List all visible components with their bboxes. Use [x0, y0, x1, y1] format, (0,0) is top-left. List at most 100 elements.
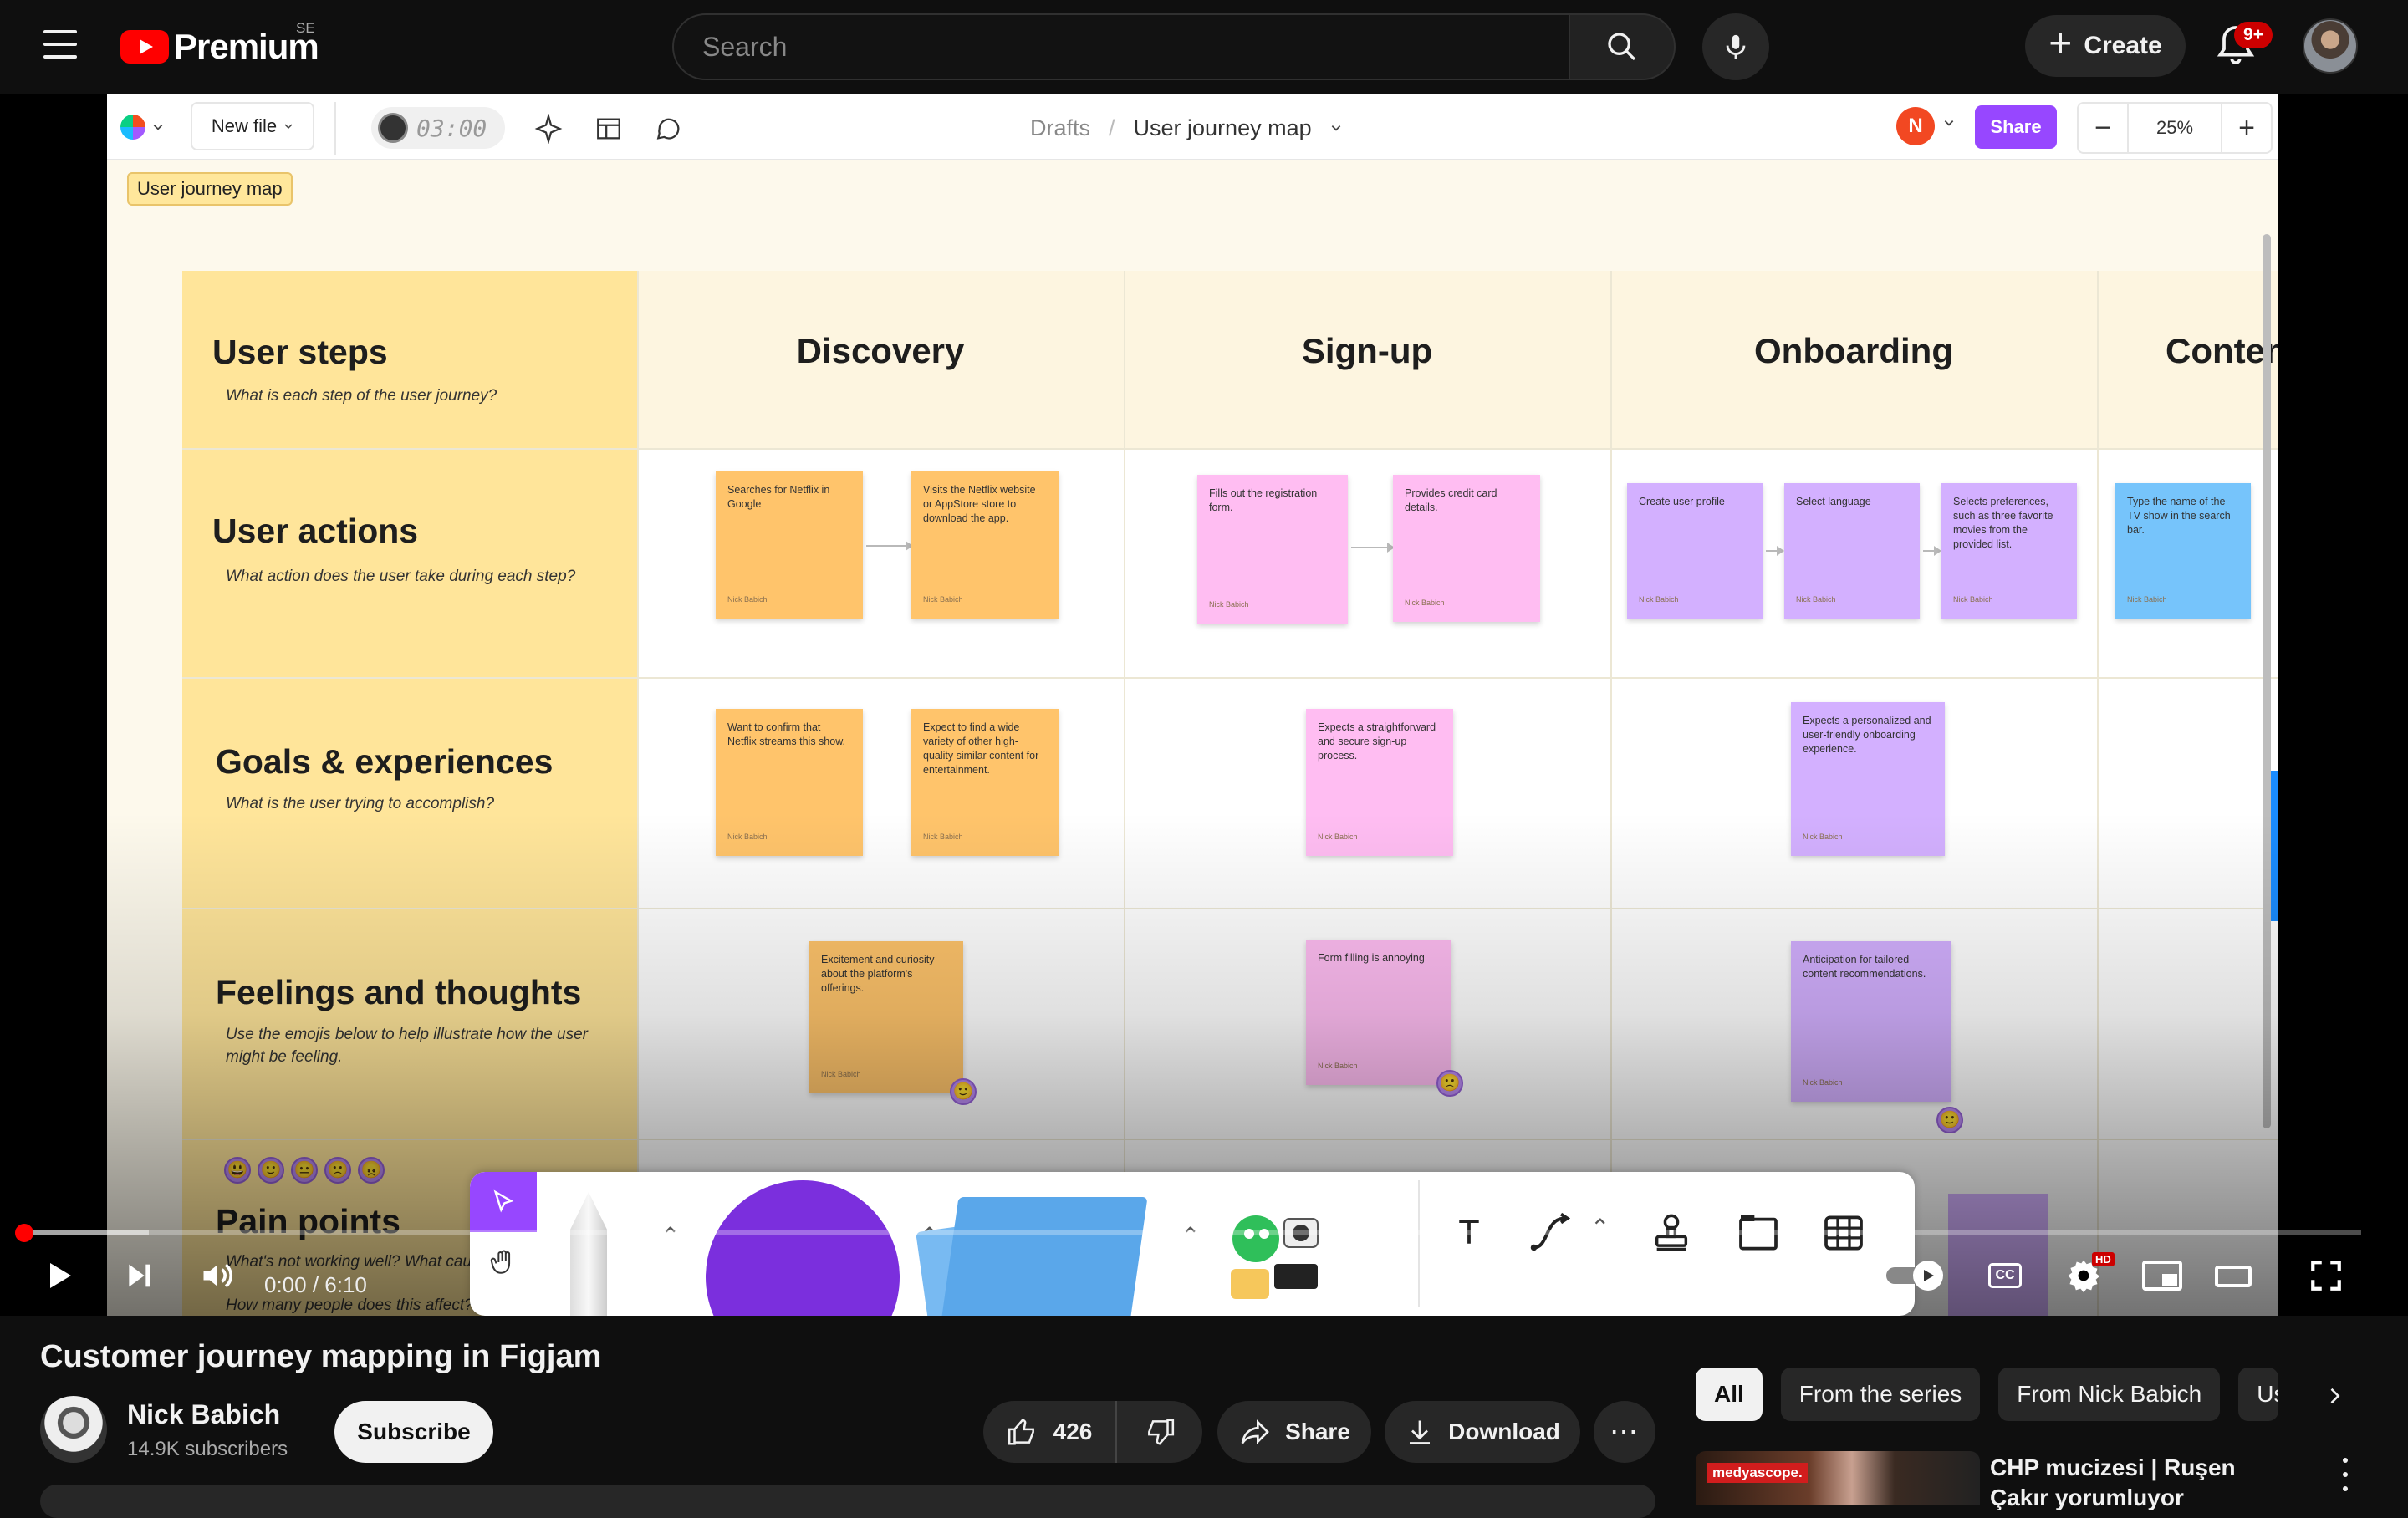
- search-button[interactable]: [1569, 13, 1676, 80]
- region-code: SE: [296, 20, 315, 36]
- sticky-text: Expect to find a wide variety of other h…: [923, 721, 1039, 776]
- connector-arrow: [1351, 543, 1395, 553]
- download-button[interactable]: Download: [1385, 1401, 1580, 1463]
- subscribe-button[interactable]: Subscribe: [334, 1401, 493, 1463]
- mute-button[interactable]: [194, 1254, 241, 1297]
- row-title-user-steps: User steps: [212, 333, 388, 371]
- canvas-scrollbar: [2263, 234, 2271, 1128]
- time-display: 0:00 / 6:10: [264, 1272, 367, 1297]
- miniplayer-button[interactable]: [2139, 1256, 2186, 1296]
- share-button[interactable]: Share: [1217, 1401, 1371, 1463]
- youtube-premium-logo[interactable]: Premium SE: [120, 20, 319, 69]
- sad-emoji-icon: 🙁: [1436, 1070, 1463, 1097]
- search-icon: [1608, 33, 1636, 61]
- create-label: Create: [2084, 32, 2162, 59]
- chevron-up-icon: ⌃: [661, 1223, 681, 1249]
- autoplay-toggle[interactable]: [1883, 1256, 1950, 1296]
- breadcrumb-separator: /: [1109, 115, 1115, 140]
- sticky-note: Provides credit card details. Nick Babich: [1393, 475, 1540, 622]
- chevron-down-icon: [284, 124, 293, 130]
- row-divider: [182, 677, 2278, 679]
- zoom-level: 25%: [2127, 102, 2222, 154]
- row-divider: [182, 908, 2278, 909]
- cc-icon: CC: [1988, 1263, 2022, 1288]
- next-video-button[interactable]: [117, 1254, 161, 1297]
- sticky-text: Expects a personalized and user-friendly…: [1803, 715, 1931, 755]
- sticky-author: Nick Babich: [1318, 833, 1358, 841]
- new-file-button: New file: [191, 102, 314, 150]
- hd-badge: HD: [2092, 1252, 2115, 1266]
- video-title: Customer journey mapping in Figjam: [40, 1339, 602, 1374]
- journey-map-board: User steps What is each step of the user…: [182, 271, 2278, 1316]
- sticky-note-partial: [1948, 1194, 2048, 1316]
- breadcrumb: Drafts / User journey map: [1030, 107, 1342, 149]
- row-title-feelings: Feelings and thoughts: [216, 973, 582, 1011]
- progress-bar[interactable]: [23, 1230, 2361, 1235]
- sticky-text: Anticipation for tailored content recomm…: [1803, 954, 1926, 980]
- chip-from-series[interactable]: From the series: [1780, 1368, 1981, 1421]
- collaborator-avatar: N: [1896, 107, 1935, 145]
- video-player[interactable]: New file 03:00 Drafts / User journey map: [0, 94, 2408, 1316]
- sticky-author: Nick Babich: [821, 1070, 861, 1078]
- description-box[interactable]: [40, 1485, 1656, 1518]
- timer-widget: 03:00: [371, 107, 505, 149]
- channel-name[interactable]: Nick Babich: [127, 1399, 280, 1430]
- sticky-text: Searches for Netflix in Google: [727, 484, 830, 510]
- channel-avatar[interactable]: [40, 1396, 107, 1463]
- very-happy-emoji-icon: 😃: [224, 1157, 251, 1184]
- search-input[interactable]: [674, 15, 1569, 79]
- zoom-in-button: +: [2238, 111, 2255, 144]
- figjam-tool-tray: ⌃ ⌃ ⌃ T ⌃: [470, 1172, 1915, 1316]
- sticky-note: Anticipation for tailored content recomm…: [1791, 941, 1951, 1102]
- chip-from-channel[interactable]: From Nick Babich: [1998, 1368, 2221, 1421]
- subtitles-button[interactable]: CC: [1982, 1257, 2028, 1294]
- theater-mode-button[interactable]: [2209, 1254, 2258, 1297]
- chips-scroll-right-button[interactable]: [2314, 1376, 2354, 1416]
- sticky-note: Form filling is annoying Nick Babich: [1306, 940, 1451, 1085]
- more-actions-button[interactable]: ⋯: [1594, 1401, 1656, 1463]
- menu-icon[interactable]: [43, 30, 77, 59]
- chevron-down-icon: [153, 125, 163, 130]
- like-dislike-group: 426: [983, 1401, 1202, 1463]
- sticky-note: Searches for Netflix in Google Nick Babic…: [716, 471, 863, 619]
- play-button[interactable]: [37, 1254, 80, 1297]
- progress-scrubber[interactable]: [15, 1224, 33, 1242]
- skip-next-icon: [129, 1264, 150, 1287]
- voice-search-button[interactable]: [1702, 13, 1769, 80]
- volume-icon: [203, 1263, 232, 1288]
- chip-more[interactable]: Us: [2238, 1368, 2279, 1421]
- recommended-video-title[interactable]: CHP mucizesi | Ruşen Çakır yorumluyor: [1990, 1453, 2291, 1513]
- sticky-text: Want to confirm that Netflix streams thi…: [727, 721, 846, 747]
- column-divider: [2097, 271, 2099, 1316]
- row-subtitle-user-actions: What action does the user take during ea…: [226, 568, 576, 585]
- sticky-author: Nick Babich: [923, 595, 963, 604]
- sad-emoji-icon: 🙁: [324, 1157, 351, 1184]
- thumbs-down-icon: [1148, 1419, 1175, 1445]
- share-icon: [1241, 1419, 1269, 1444]
- sticky-note: Expects a personalized and user-friendly…: [1791, 702, 1945, 856]
- dislike-button[interactable]: [1117, 1401, 1202, 1463]
- recommended-video-thumbnail[interactable]: medyascope.: [1696, 1451, 1980, 1505]
- sticky-note: Select language Nick Babich: [1784, 483, 1920, 619]
- column-divider: [1610, 271, 1612, 1316]
- stickers-tool-icon: [1231, 1215, 1319, 1299]
- selection-edge: [2271, 771, 2278, 921]
- kebab-menu-icon[interactable]: [2333, 1458, 2358, 1491]
- youtube-masthead: Premium SE + Create 9+: [0, 0, 2408, 94]
- account-avatar[interactable]: [2303, 18, 2358, 74]
- like-button[interactable]: 426: [983, 1401, 1117, 1463]
- figjam-logo-icon: [120, 115, 145, 140]
- sticky-author: Nick Babich: [923, 833, 963, 841]
- like-count: 426: [1053, 1419, 1093, 1444]
- create-button[interactable]: + Create: [2025, 15, 2186, 77]
- stage-title-signup: Sign-up: [1301, 331, 1433, 370]
- sticky-note: Create user profile Nick Babich: [1627, 483, 1763, 619]
- sticky-text: Provides credit card details.: [1405, 487, 1497, 513]
- sticky-text: Fills out the registration form.: [1209, 487, 1318, 513]
- comment-icon: [652, 112, 686, 145]
- fullscreen-button[interactable]: [2303, 1254, 2349, 1297]
- zoom-controls: − 25% +: [2077, 102, 2273, 154]
- connector-arrow: [866, 541, 913, 551]
- sticky-author: Nick Babich: [1405, 599, 1445, 607]
- chip-all[interactable]: All: [1696, 1368, 1763, 1421]
